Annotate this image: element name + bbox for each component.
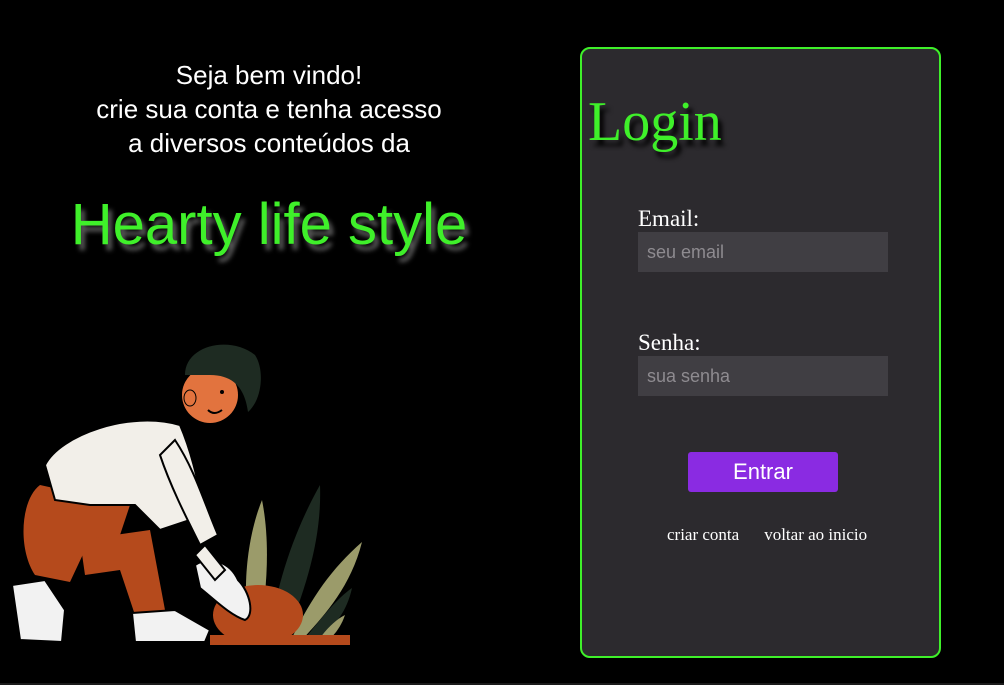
login-links: criar conta voltar ao inicio xyxy=(667,525,867,545)
login-title: Login xyxy=(588,91,722,153)
eye xyxy=(220,390,224,394)
back-home-link[interactable]: voltar ao inicio xyxy=(764,525,867,544)
front-shoe xyxy=(130,608,212,643)
ear xyxy=(183,389,197,407)
email-field[interactable] xyxy=(638,232,888,272)
front-leg xyxy=(80,530,165,615)
email-label: Email: xyxy=(638,206,700,231)
create-account-link[interactable]: criar conta xyxy=(667,525,739,544)
gardener-illustration xyxy=(10,344,362,645)
password-label: Senha: xyxy=(638,330,701,355)
password-field[interactable] xyxy=(638,356,888,396)
welcome-line-2: crie sua conta e tenha acesso xyxy=(96,94,442,124)
login-card: Login Email: Senha: Entrar criar conta vo… xyxy=(580,47,941,658)
ground xyxy=(210,635,350,645)
welcome-line-3: a diversos conteúdos da xyxy=(128,128,410,158)
brand-title: Hearty life style xyxy=(70,192,468,257)
enter-button[interactable]: Entrar xyxy=(688,452,838,492)
welcome-text: Seja bem vindo! crie sua conta e tenha a… xyxy=(40,58,498,160)
welcome-line-1: Seja bem vindo! xyxy=(175,60,363,90)
back-shoe xyxy=(10,578,67,644)
